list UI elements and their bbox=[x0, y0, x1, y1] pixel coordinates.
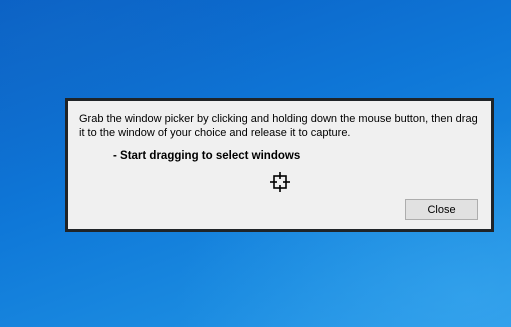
window-picker-dialog: Grab the window picker by clicking and h… bbox=[65, 98, 494, 232]
crosshair-target-icon[interactable] bbox=[269, 171, 291, 193]
close-button[interactable]: Close bbox=[405, 199, 478, 220]
instructions-text: Grab the window picker by clicking and h… bbox=[79, 113, 478, 139]
drag-hint-text: - Start dragging to select windows bbox=[113, 150, 301, 162]
